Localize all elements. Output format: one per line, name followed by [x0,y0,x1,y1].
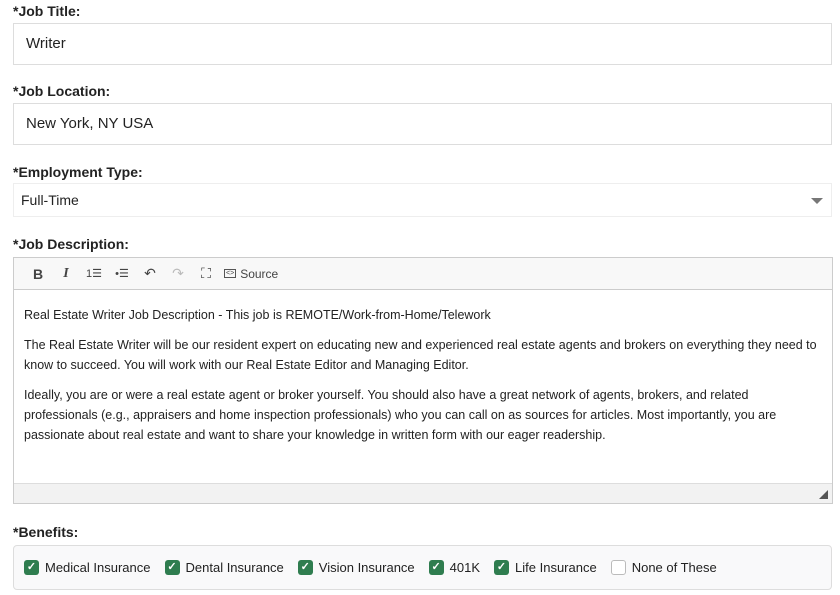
resize-handle-icon[interactable] [819,490,828,499]
benefit-checkbox[interactable]: ✓ Medical Insurance [24,560,151,575]
employment-type-select[interactable]: Full-Time [13,183,832,217]
italic-button[interactable]: I [52,266,80,282]
benefit-label: Life Insurance [515,560,597,575]
bold-button[interactable]: B [24,266,52,282]
job-title-label: *Job Title: [13,3,81,19]
employment-type-label: *Employment Type: [13,164,143,180]
source-icon: <> [224,269,237,278]
maximize-icon[interactable]: ⛶ [192,265,220,282]
rich-text-editor: B I 1☰ •☰ ↶ ↷ ⛶ <> Source Real Estate Wri… [13,257,833,504]
editor-footer [14,483,832,503]
job-location-input[interactable]: New York, NY USA [13,103,832,145]
chevron-down-icon [811,198,823,204]
benefit-checkbox[interactable]: ✓ Vision Insurance [297,560,415,575]
checkbox-icon[interactable]: ✓ [494,560,510,575]
benefit-label: 401K [449,560,481,575]
benefit-label: Medical Insurance [45,560,151,575]
job-title-input[interactable]: Writer [13,23,832,65]
benefit-label: None of These [631,560,717,575]
description-paragraph: The Real Estate Writer will be our resid… [24,338,817,372]
benefit-checkbox[interactable]: ✓ Dental Insurance [164,560,284,575]
job-description-label: *Job Description: [13,236,129,252]
checkbox-icon[interactable]: ✓ [24,560,39,575]
numbered-list-icon[interactable]: 1☰ [80,267,108,280]
benefits-group: ✓ Medical Insurance ✓ Dental Insurance ✓ Visi… [13,545,832,590]
undo-icon[interactable]: ↶ [136,265,164,282]
benefit-checkbox[interactable]: ✓ Life Insurance [494,560,597,575]
benefit-checkbox[interactable]: ✓ 401K [428,560,481,575]
editor-toolbar: B I 1☰ •☰ ↶ ↷ ⛶ <> Source [14,258,832,290]
job-location-label: *Job Location: [13,83,111,99]
source-button[interactable]: <> Source [224,267,278,281]
checkbox-icon[interactable]: ✓ [428,560,444,575]
checkbox-icon[interactable]: ✓ [297,560,313,575]
employment-type-value: Full-Time [21,192,79,208]
bulleted-list-icon[interactable]: •☰ [108,267,136,280]
benefits-label: *Benefits: [13,524,79,540]
editor-content[interactable]: Real Estate Writer Job Description - Thi… [14,290,832,483]
description-paragraph: Real Estate Writer Job Description - Thi… [24,308,491,322]
benefit-label: Dental Insurance [185,560,284,575]
description-paragraph: Ideally, you are or were a real estate a… [24,388,777,442]
checkbox-icon[interactable] [610,560,626,575]
redo-icon[interactable]: ↷ [164,265,192,282]
checkbox-icon[interactable]: ✓ [164,560,180,575]
benefit-label: Vision Insurance [318,560,415,575]
source-label: Source [240,266,279,281]
benefit-checkbox[interactable]: None of These [610,560,717,575]
